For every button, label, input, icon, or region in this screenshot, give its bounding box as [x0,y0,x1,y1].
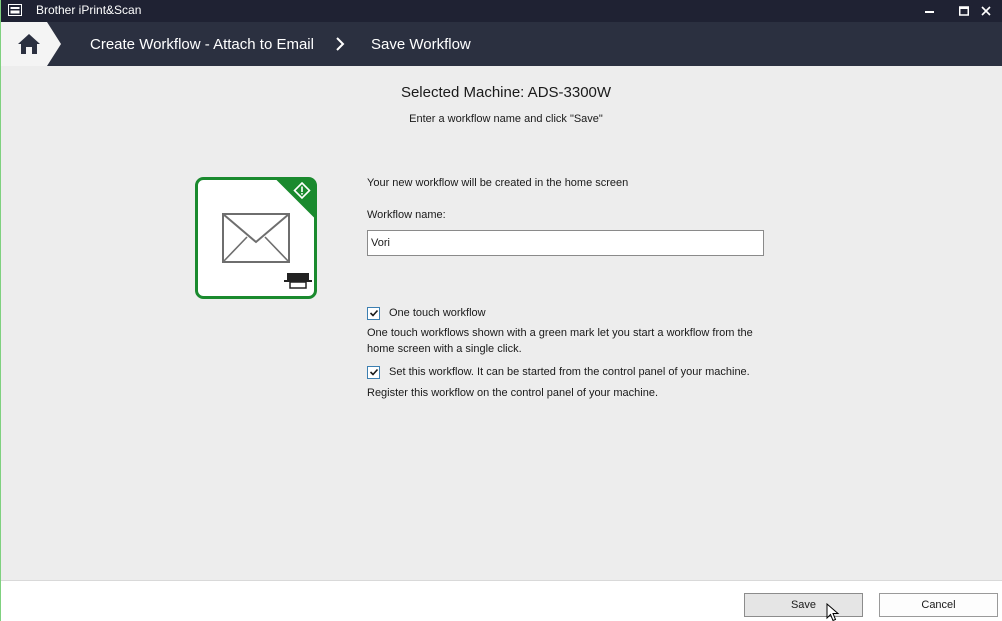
title-bar: Brother iPrint&Scan [1,0,1002,22]
workflow-name-label: Workflow name: [367,209,446,221]
set-workflow-checkbox[interactable] [367,365,380,379]
workflow-tile [195,177,317,299]
mouse-cursor-icon [826,603,840,621]
info-text: Your new workflow will be created in the… [367,177,629,189]
checkmark-icon [369,309,378,317]
maximize-icon [959,6,969,16]
home-button[interactable] [1,22,61,66]
one-touch-checkbox[interactable] [367,306,380,320]
page-instructions: Enter a workflow name and click "Save" [1,112,1002,126]
one-touch-description: One touch workflows shown with a green m… [367,325,797,357]
minimize-icon [925,11,934,13]
one-touch-workflow-row[interactable]: One touch workflow [367,305,486,321]
instruction-text: Enter a workflow name and click "Save" [409,113,603,125]
minimize-button[interactable] [913,0,947,22]
breadcrumb-create-workflow[interactable]: Create Workflow - Attach to Email [90,36,314,53]
close-button[interactable] [969,0,1002,22]
page-title: Selected Machine: ADS-3300W [1,84,1002,102]
app-icon [8,4,22,16]
checkmark-icon [369,368,378,376]
breadcrumb-bar: Create Workflow - Attach to Email Save W… [1,22,1002,66]
cancel-button[interactable]: Cancel [879,593,998,617]
close-icon [981,6,991,16]
chevron-right-icon [336,37,345,51]
one-touch-description-line1: One touch workflows shown with a green m… [367,327,753,339]
save-button[interactable]: Save [744,593,863,617]
window-title: Brother iPrint&Scan [36,3,142,17]
home-icon [18,34,40,54]
set-workflow-description: Register this workflow on the control pa… [367,387,659,399]
selected-machine-label: Selected Machine: ADS-3300W [400,84,612,101]
one-touch-label: One touch workflow [389,307,486,319]
workflow-name-input[interactable] [367,230,764,256]
breadcrumb-save-workflow: Save Workflow [371,36,471,53]
set-workflow-row[interactable]: Set this workflow. It can be started fro… [367,364,750,380]
one-touch-description-line2: home screen with a single click. [367,343,522,355]
app-window: Brother iPrint&Scan Create Workflow - At… [0,0,1002,621]
set-workflow-label: Set this workflow. It can be started fro… [389,366,750,378]
